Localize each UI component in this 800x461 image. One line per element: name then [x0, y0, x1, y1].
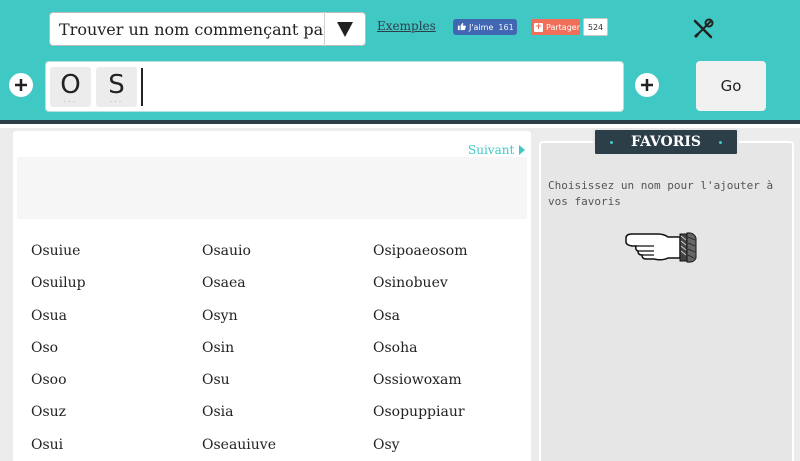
- go-button[interactable]: Go: [696, 61, 766, 111]
- name-item[interactable]: Osipoaeosom: [373, 241, 533, 273]
- like-count: 161: [498, 22, 514, 32]
- plus-icon: [15, 79, 27, 91]
- tools-icon[interactable]: [691, 17, 715, 41]
- favorites-title-text: FAVORIS: [630, 134, 702, 150]
- favorites-hint: Choisissez un nom pour l'ajouter à vos f…: [548, 179, 774, 208]
- name-item[interactable]: Osopuppiaur: [373, 402, 533, 434]
- plus-icon: [641, 79, 653, 91]
- share-count: 524: [583, 18, 608, 36]
- thumbs-up-icon: [457, 22, 466, 33]
- search-mode-select[interactable]: Trouver un nom commençant par...: [49, 12, 366, 46]
- name-item[interactable]: Osui: [31, 435, 191, 461]
- like-label: J'aime: [469, 22, 494, 32]
- letter-tile[interactable]: S ...: [96, 67, 137, 107]
- add-letter-after-button[interactable]: [635, 73, 659, 97]
- name-item[interactable]: Osia: [202, 402, 362, 434]
- title-dot: [719, 141, 722, 144]
- name-item[interactable]: Ossiowoxam: [373, 370, 533, 402]
- letter-tile[interactable]: O ...: [50, 67, 91, 107]
- name-item[interactable]: Osauio: [202, 241, 362, 273]
- name-item[interactable]: Osoha: [373, 338, 533, 370]
- plus-icon: +: [534, 21, 543, 32]
- name-item[interactable]: Osy: [373, 435, 533, 461]
- name-item[interactable]: Osa: [373, 306, 533, 338]
- results-column-3: Osipoaeosom Osinobuev Osa Osoha Ossiowox…: [373, 241, 533, 461]
- name-item[interactable]: Osuz: [31, 402, 191, 434]
- ad-placeholder: [17, 157, 527, 219]
- chevron-right-icon: [519, 145, 526, 155]
- name-item[interactable]: Oso: [31, 338, 191, 370]
- results-column-1: Osuiue Osuilup Osua Oso Osoo Osuz Osui: [31, 241, 191, 461]
- name-item[interactable]: Osua: [31, 306, 191, 338]
- add-letter-before-button[interactable]: [9, 73, 33, 97]
- name-item[interactable]: Osuilup: [31, 273, 191, 305]
- dropdown-arrow-icon[interactable]: [325, 20, 365, 38]
- text-caret: [141, 68, 143, 106]
- share-button[interactable]: + Partager: [531, 19, 580, 35]
- search-mode-label: Trouver un nom commençant par...: [59, 19, 324, 39]
- name-item[interactable]: Osin: [202, 338, 362, 370]
- favorites-title: FAVORIS: [593, 128, 739, 156]
- name-item[interactable]: Osu: [202, 370, 362, 402]
- letter-tile-dots: ...: [109, 95, 124, 104]
- name-item[interactable]: Osyn: [202, 306, 362, 338]
- next-label: Suivant: [468, 143, 515, 157]
- name-item[interactable]: Osuiue: [31, 241, 191, 273]
- name-item[interactable]: Osoo: [31, 370, 191, 402]
- name-item[interactable]: Oseauiuve: [202, 435, 362, 461]
- letter-tile-dots: ...: [63, 95, 78, 104]
- share-label: Partager: [546, 22, 580, 32]
- name-item[interactable]: Osinobuev: [373, 273, 533, 305]
- results-column-2: Osauio Osaea Osyn Osin Osu Osia Oseauiuv…: [202, 241, 362, 461]
- results-panel: Suivant Osuiue Osuilup Osua Oso Osoo Osu…: [13, 131, 531, 461]
- pointing-hand-icon: [624, 228, 698, 264]
- letters-input[interactable]: O ... S ...: [45, 61, 624, 112]
- examples-link[interactable]: Exemples: [377, 19, 436, 33]
- title-dot: [610, 141, 613, 144]
- facebook-like-button[interactable]: J'aime 161: [453, 19, 517, 35]
- name-item[interactable]: Osaea: [202, 273, 362, 305]
- next-page-link[interactable]: Suivant: [468, 143, 526, 157]
